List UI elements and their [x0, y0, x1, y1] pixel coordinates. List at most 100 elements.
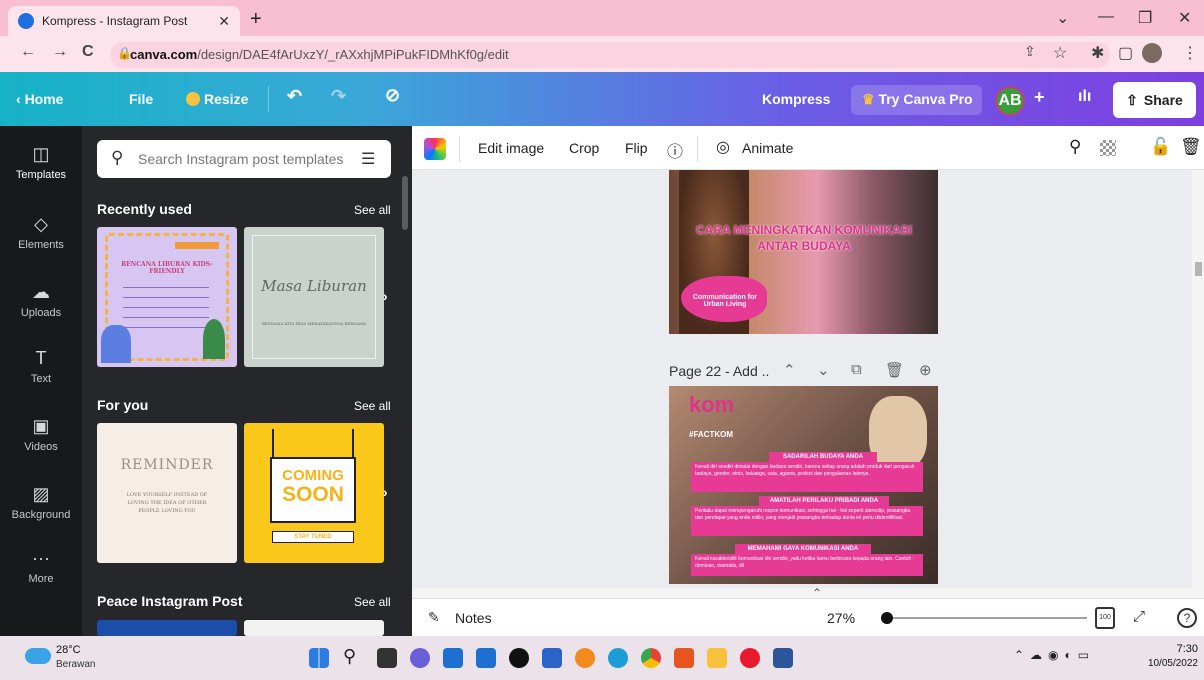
- template-thumb-reminder[interactable]: REMINDER LOVE YOURSELF INSTEAD OF LOVING…: [97, 423, 237, 563]
- home-button[interactable]: ‹ Home: [16, 91, 63, 107]
- chat-icon[interactable]: [410, 648, 430, 668]
- file-explorer-icon[interactable]: [707, 648, 727, 668]
- rail-background[interactable]: ▨ Background: [0, 484, 82, 521]
- flip-button[interactable]: Flip: [625, 140, 648, 156]
- mail-icon[interactable]: [443, 648, 463, 668]
- template-thumb-kids-holiday[interactable]: RENCANA LIBURAN KIDS-FRIENDLY: [97, 227, 237, 367]
- rail-elements[interactable]: ◇ Elements: [0, 214, 82, 251]
- profile-avatar[interactable]: [1142, 43, 1162, 63]
- clock-date[interactable]: 10/05/2022: [1134, 658, 1198, 669]
- lock-element-icon[interactable]: 🔓: [1150, 137, 1171, 157]
- page-22-body-2: Perilaku dapat mempengaruhi respon komun…: [691, 506, 923, 536]
- transparency-icon[interactable]: [1100, 140, 1116, 156]
- weather-cloud-icon[interactable]: [25, 648, 51, 664]
- tab-close-icon[interactable]: ✕: [218, 13, 230, 30]
- see-all-peace-link[interactable]: See all: [354, 595, 391, 609]
- rail-templates[interactable]: ◫ Templates: [0, 144, 82, 181]
- move-page-up-icon[interactable]: ⌃: [783, 361, 796, 379]
- clock-time[interactable]: 7:30: [1144, 643, 1198, 655]
- canvas-scroll-thumb[interactable]: [1195, 262, 1202, 276]
- template-thumb-coming-soon[interactable]: COMING SOON STAY TUNED: [244, 423, 384, 563]
- rail-text[interactable]: T Text: [0, 348, 82, 385]
- redo-icon[interactable]: ↷: [331, 86, 346, 107]
- crop-button[interactable]: Crop: [569, 140, 599, 156]
- zoom-level[interactable]: 27%: [827, 610, 855, 626]
- tab-title: Kompress - Instagram Post: [42, 14, 188, 28]
- help-icon[interactable]: ?: [1177, 608, 1197, 628]
- side-panel-icon[interactable]: ▢: [1118, 43, 1133, 63]
- move-page-down-icon[interactable]: ⌄: [817, 361, 830, 379]
- zoom-slider-track[interactable]: [887, 617, 1087, 619]
- back-icon[interactable]: ←: [20, 43, 36, 61]
- filter-icon[interactable]: ☰: [361, 149, 375, 169]
- share-page-icon[interactable]: ⇪: [1024, 43, 1036, 60]
- app-blue-icon[interactable]: [542, 648, 562, 668]
- notes-button[interactable]: Notes: [455, 610, 492, 626]
- animate-button[interactable]: Animate: [742, 140, 793, 156]
- canvas-hscrollbar[interactable]: [412, 588, 1204, 598]
- weather-temp[interactable]: 28°C: [56, 644, 81, 656]
- system-tray-icons[interactable]: ⌃☁◉◐▭: [1014, 648, 1095, 662]
- browser-menu-icon[interactable]: ⋮: [1182, 43, 1198, 63]
- zoom-slider-knob[interactable]: [881, 612, 893, 624]
- panel-scrollbar[interactable]: [402, 176, 408, 230]
- rail-more[interactable]: ··· More: [0, 548, 82, 585]
- rail-videos[interactable]: ▣ Videos: [0, 416, 82, 453]
- resize-button[interactable]: Resize: [186, 91, 248, 107]
- fullscreen-icon[interactable]: ⤢: [1133, 608, 1145, 625]
- add-collaborator-icon[interactable]: +: [1034, 87, 1045, 108]
- insights-icon[interactable]: ılı: [1078, 88, 1091, 106]
- browser-tab[interactable]: Kompress - Instagram Post ✕: [8, 6, 240, 36]
- reload-icon[interactable]: C: [82, 43, 94, 61]
- notes-icon[interactable]: ✎: [428, 609, 440, 626]
- see-all-for-you-link[interactable]: See all: [354, 399, 391, 413]
- opera-icon[interactable]: [740, 648, 760, 668]
- task-view-icon[interactable]: [377, 648, 397, 668]
- tab-search-icon[interactable]: ⌄: [1056, 8, 1069, 28]
- page-22-design[interactable]: kom #FACTKOM SADARILAH BUDAYA ANDA Kenal…: [669, 386, 938, 584]
- canvas-scrollbar[interactable]: [1192, 170, 1204, 588]
- file-menu-button[interactable]: File: [129, 91, 153, 107]
- add-page-icon[interactable]: ⊕: [919, 361, 932, 379]
- copy-style-icon[interactable]: ⚲: [1069, 137, 1081, 157]
- app-circle-icon[interactable]: [509, 648, 529, 668]
- extensions-icon[interactable]: ✱: [1091, 43, 1104, 63]
- firefox-icon[interactable]: [575, 648, 595, 668]
- page-21-design[interactable]: CARA MENINGKATKAN KOMUNIKASI ANTAR BUDAY…: [669, 170, 938, 334]
- page-grid-icon[interactable]: 100: [1095, 607, 1115, 629]
- minimize-icon[interactable]: —: [1098, 8, 1114, 26]
- see-all-recent-link[interactable]: See all: [354, 203, 391, 217]
- recent-next-icon[interactable]: ›: [383, 288, 388, 304]
- for-you-next-icon[interactable]: ›: [383, 484, 388, 500]
- windows-start-icon[interactable]: [309, 648, 329, 668]
- page-22-label[interactable]: Page 22 - Add ..: [669, 363, 769, 379]
- forward-icon[interactable]: →: [52, 43, 68, 61]
- rail-uploads[interactable]: ☁ Uploads: [0, 282, 82, 319]
- edge-icon[interactable]: [608, 648, 628, 668]
- undo-icon[interactable]: ↶: [287, 86, 302, 107]
- new-tab-icon[interactable]: +: [250, 8, 262, 31]
- close-window-icon[interactable]: ✕: [1178, 8, 1191, 28]
- template-thumb-peace-2[interactable]: [244, 620, 384, 636]
- template-thumb-masa-liburan[interactable]: Masa Liburan BERSAMA KITA BISA MERAYAKAN…: [244, 227, 384, 367]
- weather-desc[interactable]: Berawan: [56, 659, 95, 670]
- info-icon[interactable]: ⓘ: [667, 138, 683, 162]
- cloud-saved-icon[interactable]: ⊘: [385, 85, 400, 106]
- template-thumb-peace-1[interactable]: [97, 620, 237, 636]
- dropbox-icon[interactable]: [476, 648, 496, 668]
- office-icon[interactable]: [674, 648, 694, 668]
- document-title[interactable]: Kompress: [762, 91, 830, 107]
- delete-icon[interactable]: 🗑: [1180, 137, 1202, 157]
- user-avatar[interactable]: AB: [995, 86, 1025, 116]
- color-picker-icon[interactable]: [424, 138, 446, 160]
- edit-image-button[interactable]: Edit image: [478, 140, 544, 156]
- duplicate-page-icon[interactable]: ⧉: [851, 361, 862, 378]
- chrome-icon[interactable]: [641, 648, 661, 668]
- taskbar-search-icon[interactable]: ⚲: [343, 646, 356, 667]
- bookmark-star-icon[interactable]: ☆: [1053, 43, 1067, 63]
- delete-page-icon[interactable]: 🗑: [885, 361, 904, 379]
- share-button[interactable]: ⇧ Share: [1113, 82, 1196, 118]
- word-icon[interactable]: [773, 648, 793, 668]
- home-label: Home: [24, 91, 64, 107]
- restore-icon[interactable]: ❐: [1138, 8, 1152, 28]
